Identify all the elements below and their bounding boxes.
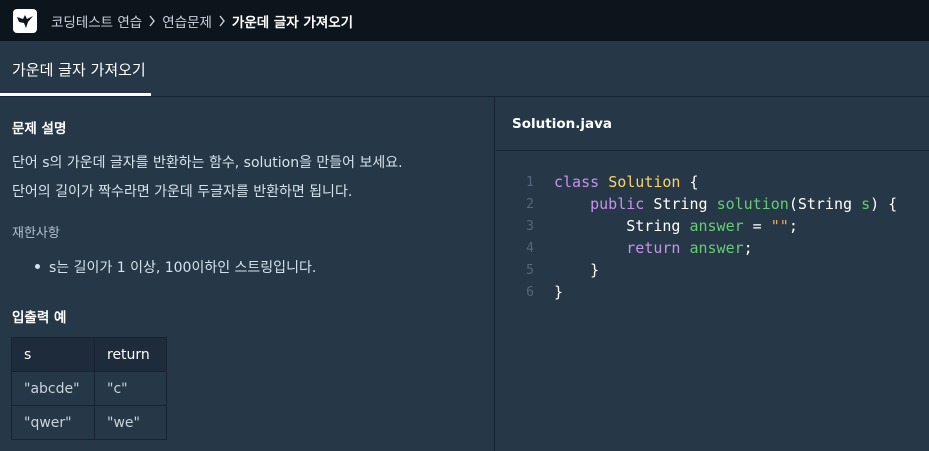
table-header-row: s return — [11, 337, 167, 372]
table-cell: "abcde" — [11, 371, 95, 406]
variable-token: answer — [689, 217, 744, 235]
top-nav-bar: 코딩테스트 연습 연습문제 가운데 글자 가져오기 — [0, 0, 929, 41]
code-content: String answer = ""; — [554, 217, 798, 235]
table-cell: "qwer" — [11, 405, 95, 440]
editor-file-bar: Solution.java — [496, 97, 929, 151]
problem-description-panel: 문제 설명 단어 s의 가운데 글자를 반환하는 함수, solution을 만… — [0, 97, 495, 451]
param-token: s — [861, 195, 871, 213]
keyword-token: return — [626, 239, 681, 257]
line-number: 5 — [526, 262, 534, 278]
description-line-1: 단어 s의 가운데 글자를 반환하는 함수, solution을 만들어 보세요… — [12, 155, 403, 171]
breadcrumb-current: 가운데 글자 가져오기 — [231, 14, 354, 31]
punct-token: ; — [788, 217, 798, 235]
constraint-item: s는 길이가 1 이상, 100이하인 스트링입니다. — [49, 260, 317, 276]
line-number: 3 — [526, 218, 534, 234]
variable-token: answer — [689, 239, 744, 257]
line-number: 1 — [526, 174, 534, 190]
code-line: 1 class Solution { — [496, 171, 699, 193]
table-row: "qwer" "we" — [11, 405, 167, 440]
io-example-table: s return "abcde" "c" "qwer" "we" — [11, 337, 167, 440]
column-header-s: s — [11, 337, 95, 372]
punct-token: } — [554, 283, 564, 301]
active-tab-indicator — [0, 93, 151, 96]
line-number: 4 — [526, 240, 534, 256]
punct-token: { — [680, 173, 699, 191]
type-token: String — [626, 217, 690, 235]
column-header-return: return — [94, 337, 167, 372]
code-line: 4 return answer; — [496, 237, 753, 259]
type-token: String — [644, 195, 717, 213]
string-token: "" — [770, 217, 789, 235]
table-row: "abcde" "c" — [11, 371, 167, 406]
bullet-icon — [35, 264, 40, 269]
constraints-label: 재한사항 — [12, 226, 60, 241]
keyword-token: public — [590, 195, 645, 213]
table-cell: "c" — [94, 371, 167, 406]
punct-token: (String — [788, 195, 862, 213]
function-token: solution — [716, 195, 789, 213]
code-content: } — [554, 261, 599, 279]
breadcrumb-practice[interactable]: 연습문제 — [162, 11, 212, 31]
class-token: Solution — [608, 173, 681, 191]
chevron-right-icon — [142, 15, 162, 27]
breadcrumb-coding-test[interactable]: 코딩테스트 연습 — [51, 11, 142, 31]
code-editor-panel: Solution.java 1 class Solution { 2 publi… — [496, 97, 929, 451]
problem-title-bar: 가운데 글자 가져오기 — [0, 41, 929, 97]
line-number: 6 — [526, 284, 534, 300]
line-number: 2 — [526, 196, 534, 212]
code-line: 5 } — [496, 259, 599, 281]
punct-token: ; — [743, 239, 753, 257]
code-content: } — [554, 283, 563, 301]
problem-heading: 문제 설명 — [12, 121, 67, 137]
code-content: class Solution { — [554, 173, 699, 191]
code-editor[interactable]: 1 class Solution { 2 public String solut… — [496, 151, 929, 451]
file-name-tab[interactable]: Solution.java — [512, 116, 612, 132]
punct-token: = — [743, 217, 771, 235]
code-line: 3 String answer = ""; — [496, 215, 798, 237]
io-example-heading: 입출력 예 — [12, 310, 67, 326]
code-line: 2 public String solution(String s) { — [496, 193, 897, 215]
chevron-right-icon — [212, 15, 232, 27]
description-line-2: 단어의 길이가 짝수라면 가운데 두글자를 반환하면 됩니다. — [12, 184, 353, 200]
programmers-logo-icon[interactable] — [13, 8, 37, 33]
punct-token: } — [590, 261, 600, 279]
punct-token: ) { — [870, 195, 898, 213]
tab-problem-title[interactable]: 가운데 글자 가져오기 — [12, 41, 146, 97]
keyword-token: class — [554, 173, 600, 191]
code-content: return answer; — [554, 239, 753, 257]
table-cell: "we" — [94, 405, 167, 440]
code-content: public String solution(String s) { — [554, 195, 897, 213]
code-line: 6 } — [496, 281, 563, 303]
